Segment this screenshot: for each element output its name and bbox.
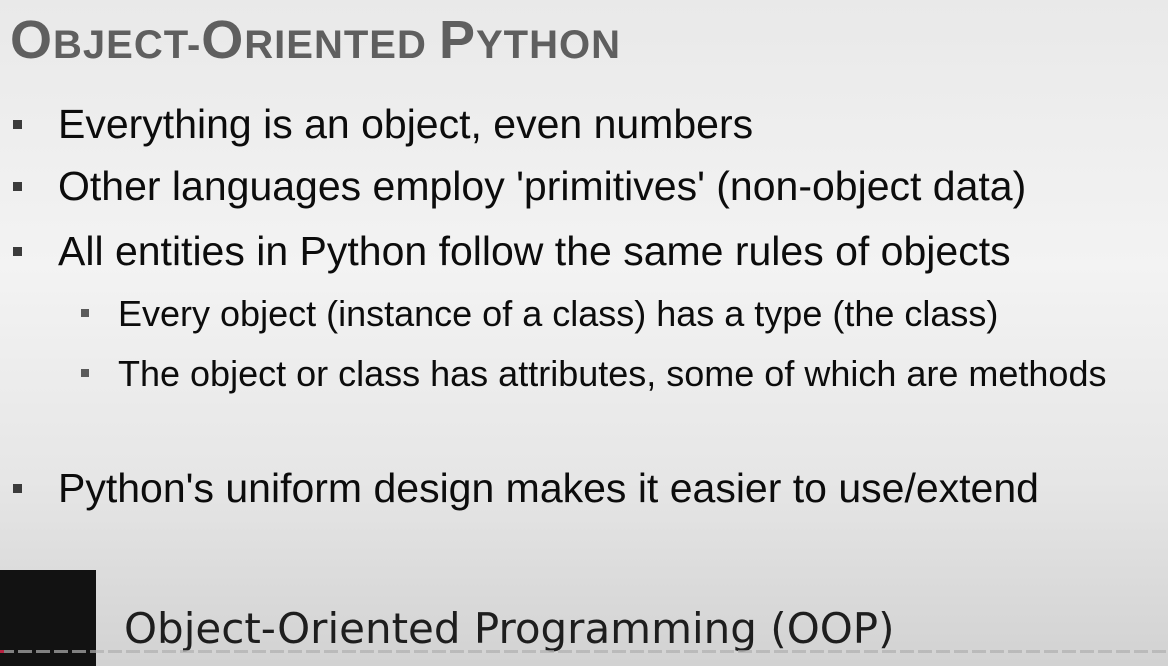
bullet-text: Python's uniform design makes it easier …: [58, 465, 1039, 511]
sub-bullet-item: Every object (instance of a class) has a…: [81, 289, 1118, 339]
title-part: O: [201, 10, 245, 70]
title-part: P: [438, 10, 476, 70]
bullet-item: Other languages employ 'primitives' (non…: [13, 161, 1027, 211]
square-bullet-icon: [81, 369, 89, 377]
square-bullet-icon: [13, 120, 22, 129]
progress-played: [0, 650, 4, 653]
slide-title: OBJECT-ORIENTED PYTHON: [10, 8, 621, 73]
title-part: O: [10, 10, 54, 70]
square-bullet-icon: [13, 247, 22, 256]
title-part: RIENTED: [244, 23, 439, 67]
bullet-text: All entities in Python follow the same r…: [58, 228, 1011, 274]
bullet-text: Everything is an object, even numbers: [58, 101, 754, 147]
video-progress-bar[interactable]: [0, 650, 1168, 653]
sub-bullet-item: The object or class has attributes, some…: [81, 349, 1118, 399]
bullet-text: The object or class has attributes, some…: [118, 353, 1107, 394]
square-bullet-icon: [13, 182, 22, 191]
square-bullet-icon: [81, 309, 89, 317]
title-part: BJECT-: [53, 23, 202, 67]
bullet-text: Other languages employ 'primitives' (non…: [58, 163, 1027, 209]
bullet-text: Every object (instance of a class) has a…: [118, 293, 999, 334]
square-bullet-icon: [13, 484, 22, 493]
bullet-item: Everything is an object, even numbers: [13, 99, 754, 149]
title-part: YTHON: [476, 23, 621, 67]
bullet-item: All entities in Python follow the same r…: [13, 226, 1011, 276]
bullet-item: Python's uniform design makes it easier …: [13, 463, 1039, 513]
